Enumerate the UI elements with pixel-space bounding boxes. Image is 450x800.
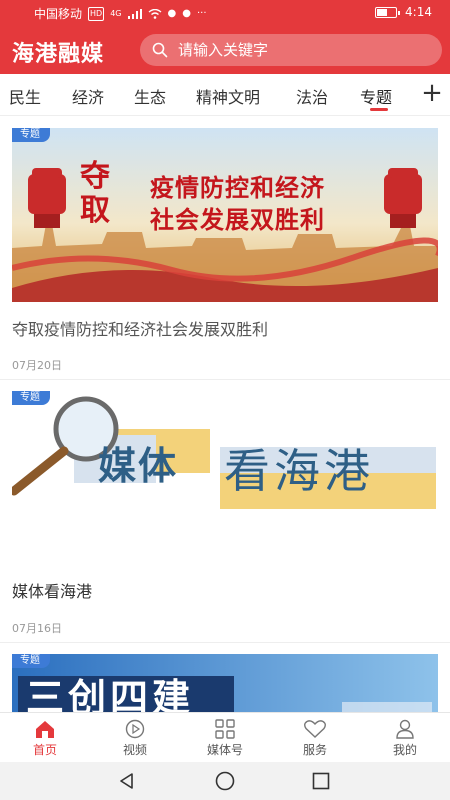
tab-minsheng[interactable]: 民生 [9,84,41,108]
article-title[interactable]: 媒体看海港 [12,578,92,602]
carrier-label: 中国移动 [34,7,83,21]
banner-text: 三创四建 [26,676,195,712]
nav-label: 服务 [302,743,327,757]
nav-label: 首页 [32,743,57,757]
tab-shengtai[interactable]: 生态 [134,84,166,108]
nav-home[interactable]: 首页 [10,719,80,758]
banner-right-text: 看海港 [224,444,374,498]
banner-image[interactable]: 夺取 疫情防控和经济 社会发展双胜利 [12,128,438,302]
nav-me[interactable]: 我的 [370,719,440,758]
app-notification-icon: ● [167,7,177,19]
topic-tag: 专题 [12,391,50,405]
network-type: 4G [110,8,122,18]
system-navigation-bar [0,762,450,800]
user-icon [396,719,414,739]
topic-tag: 专题 [12,128,50,142]
app-header: 中国移动 HD 4G ● ● ··· 4:14 海港融媒 [0,0,450,74]
banner-line1: 疫情防控和经济 [150,174,325,202]
nav-media[interactable]: 媒体号 [190,719,260,758]
app-title: 海港融媒 [12,42,105,67]
divider [0,642,450,643]
grid-icon [215,719,235,739]
home-circle-icon[interactable] [215,771,235,791]
home-icon [36,721,54,738]
article-date: 07月20日 [12,359,62,372]
bottom-navigation: 首页 视频 媒体号 服务 我的 [0,712,450,762]
article-title[interactable]: 夺取疫情防控和经济社会发展双胜利 [12,316,268,340]
nav-label: 媒体号 [206,743,243,757]
battery-icon [375,6,401,18]
search-icon [152,42,168,58]
nav-video[interactable]: 视频 [100,719,170,758]
add-tab-icon[interactable]: + [420,80,444,106]
play-icon [125,719,145,739]
article-date: 07月16日 [12,622,62,635]
app-notification-icon: ● [182,7,191,19]
search-bar[interactable] [140,34,442,66]
recents-icon[interactable] [312,772,330,790]
wifi-icon [148,8,161,19]
more-notifications-icon: ··· [196,7,207,19]
nav-label: 视频 [122,743,147,757]
nav-label: 我的 [392,743,417,757]
banner-image[interactable]: 媒体 看海港 [12,391,438,541]
category-tabs: 民生 经济 生态 精神文明 法治 专题 + [0,74,450,116]
search-input[interactable] [178,41,418,59]
tab-jingji[interactable]: 经济 [72,84,104,108]
tab-fazhi[interactable]: 法治 [296,84,328,108]
tab-jingshenwenming[interactable]: 精神文明 [196,84,260,108]
heart-icon [304,720,326,738]
active-tab-indicator [370,108,388,111]
banner-left-text: 媒体 [98,444,179,488]
battery-level [377,8,387,16]
status-bar: 中国移动 HD 4G ● ● ··· 4:14 [0,0,450,24]
nav-service[interactable]: 服务 [280,719,350,758]
banner-image[interactable]: 三创四建 [12,654,438,712]
tab-zhuanti[interactable]: 专题 [360,84,392,108]
back-icon[interactable] [118,772,136,790]
signal-icon [127,8,142,19]
banner-left-text: 夺取 [80,159,110,228]
banner-line2: 社会发展双胜利 [150,206,325,234]
topic-tag: 专题 [12,654,50,668]
hd-badge: HD [88,6,105,21]
divider [0,379,450,380]
clock: 4:14 [405,5,432,19]
